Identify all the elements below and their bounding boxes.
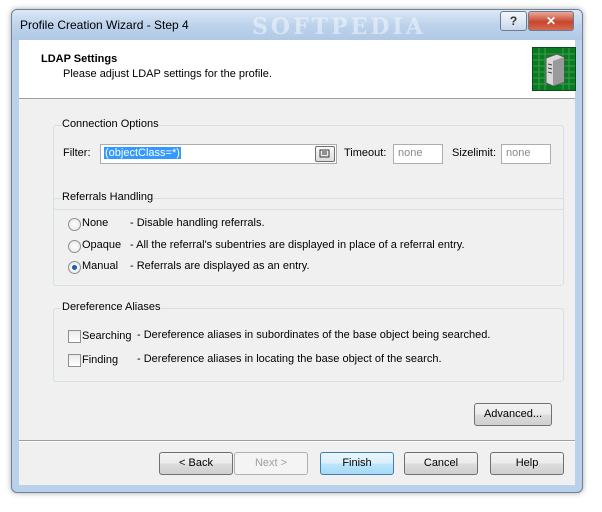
help-titlebar-button[interactable]: ? <box>500 11 527 31</box>
finding-desc: - Dereference aliases in locating the ba… <box>137 353 442 365</box>
cancel-button[interactable]: Cancel <box>404 452 478 475</box>
finding-label[interactable]: Finding <box>82 354 118 366</box>
dereference-aliases-group: Dereference Aliases Searching - Derefere… <box>53 301 564 382</box>
filter-label: Filter: <box>63 147 91 159</box>
searching-label[interactable]: Searching <box>82 330 132 342</box>
referral-none-desc: - Disable handling referrals. <box>130 217 265 229</box>
timeout-label: Timeout: <box>344 147 387 159</box>
filter-input[interactable]: (objectClass=*) <box>100 144 337 164</box>
referral-none-radio[interactable] <box>68 218 81 231</box>
sizelimit-placeholder: none <box>506 147 531 159</box>
page-subtitle: Please adjust LDAP settings for the prof… <box>63 68 272 80</box>
filter-value: (objectClass=*) <box>104 147 181 159</box>
timeout-placeholder: none <box>398 147 423 159</box>
referral-none-label[interactable]: None <box>82 217 108 229</box>
title-decoration: SOFTPEDIA <box>252 14 426 40</box>
back-button[interactable]: < Back <box>159 452 233 475</box>
referral-opaque-desc: - All the referral's subentries are disp… <box>130 239 465 251</box>
next-button[interactable]: Next > <box>234 452 308 475</box>
sizelimit-label: Sizelimit: <box>452 147 497 159</box>
window-title: Profile Creation Wizard - Step 4 <box>20 18 189 32</box>
sizelimit-input[interactable]: none <box>501 144 551 164</box>
dereference-aliases-label: Dereference Aliases <box>62 301 161 313</box>
referral-opaque-label[interactable]: Opaque <box>82 239 121 251</box>
finish-button[interactable]: Finish <box>320 452 394 475</box>
close-button[interactable]: ✕ <box>528 11 574 31</box>
footer-separator <box>19 440 575 442</box>
searching-checkbox[interactable] <box>68 330 81 343</box>
referrals-handling-label: Referrals Handling <box>62 191 154 203</box>
finding-checkbox[interactable] <box>68 354 81 367</box>
filter-edit-icon <box>319 149 330 158</box>
connection-options-label: Connection Options <box>62 118 159 130</box>
searching-desc: - Dereference aliases in subordinates of… <box>137 329 491 341</box>
title-bar[interactable]: Profile Creation Wizard - Step 4 SOFTPED… <box>12 10 582 40</box>
referral-manual-desc: - Referrals are displayed as an entry. <box>130 260 310 272</box>
server-icon <box>532 47 576 91</box>
filter-builder-button[interactable] <box>315 146 335 162</box>
referrals-handling-group: Referrals Handling None - Disable handli… <box>53 191 564 286</box>
wizard-window: Profile Creation Wizard - Step 4 SOFTPED… <box>11 9 583 493</box>
referral-manual-radio[interactable] <box>68 261 81 274</box>
advanced-button[interactable]: Advanced... <box>474 403 552 426</box>
page-title: LDAP Settings <box>41 53 118 65</box>
referral-manual-label[interactable]: Manual <box>82 260 118 272</box>
dialog-client: LDAP Settings Please adjust LDAP setting… <box>19 40 576 485</box>
help-button[interactable]: Help <box>490 452 564 475</box>
referral-opaque-radio[interactable] <box>68 240 81 253</box>
timeout-input[interactable]: none <box>393 144 443 164</box>
wizard-header: LDAP Settings Please adjust LDAP setting… <box>19 40 576 99</box>
